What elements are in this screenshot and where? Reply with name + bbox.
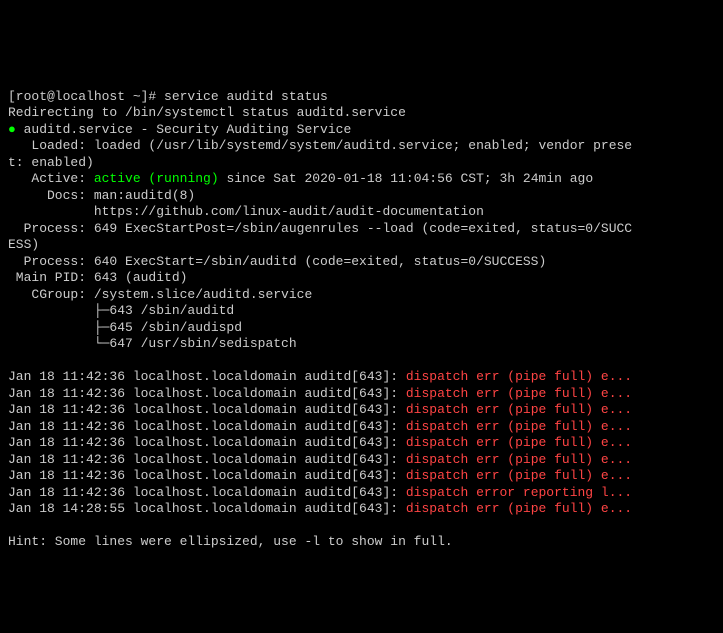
- log-line: Jan 18 11:42:36 localhost.localdomain au…: [8, 468, 632, 483]
- log-prefix: Jan 18 11:42:36 localhost.localdomain au…: [8, 369, 406, 384]
- log-prefix: Jan 18 11:42:36 localhost.localdomain au…: [8, 402, 406, 417]
- docs-line-1: Docs: man:auditd(8): [8, 188, 195, 203]
- service-name: auditd.service - Security Auditing Servi…: [16, 122, 351, 137]
- log-prefix: Jan 18 14:28:55 localhost.localdomain au…: [8, 501, 406, 516]
- log-lines: Jan 18 11:42:36 localhost.localdomain au…: [8, 369, 715, 518]
- process-line-1: Process: 649 ExecStartPost=/sbin/augenru…: [8, 221, 632, 236]
- loaded-line-2: t: enabled): [8, 155, 94, 170]
- log-message: dispatch err (pipe full) e...: [406, 435, 632, 450]
- log-prefix: Jan 18 11:42:36 localhost.localdomain au…: [8, 435, 406, 450]
- status-dot-icon: ●: [8, 122, 16, 137]
- cgroup-entry: ├─645 /sbin/audispd: [8, 320, 242, 335]
- active-since: since Sat 2020-01-18 11:04:56 CST; 3h 24…: [219, 171, 593, 186]
- cgroup-entry: ├─643 /sbin/auditd: [8, 303, 234, 318]
- log-line: Jan 18 11:42:36 localhost.localdomain au…: [8, 485, 632, 500]
- log-line: Jan 18 11:42:36 localhost.localdomain au…: [8, 369, 632, 384]
- log-message: dispatch err (pipe full) e...: [406, 386, 632, 401]
- cgroup-header: CGroup: /system.slice/auditd.service: [8, 287, 312, 302]
- log-message: dispatch err (pipe full) e...: [406, 402, 632, 417]
- active-label: Active:: [8, 171, 94, 186]
- main-pid-line: Main PID: 643 (auditd): [8, 270, 187, 285]
- typed-command: service auditd status: [164, 89, 328, 104]
- prompt-line: [root@localhost ~]# service auditd statu…: [8, 89, 328, 104]
- unit-header: ● auditd.service - Security Auditing Ser…: [8, 122, 351, 137]
- log-message: dispatch err (pipe full) e...: [406, 369, 632, 384]
- process-line-1b: ESS): [8, 237, 39, 252]
- log-line: Jan 18 11:42:36 localhost.localdomain au…: [8, 402, 632, 417]
- log-message: dispatch error reporting l...: [406, 485, 632, 500]
- terminal-output: [root@localhost ~]# service auditd statu…: [8, 72, 715, 551]
- loaded-line-1: Loaded: loaded (/usr/lib/systemd/system/…: [8, 138, 632, 153]
- log-line: Jan 18 11:42:36 localhost.localdomain au…: [8, 419, 632, 434]
- shell-prompt: [root@localhost ~]#: [8, 89, 164, 104]
- log-prefix: Jan 18 11:42:36 localhost.localdomain au…: [8, 452, 406, 467]
- log-message: dispatch err (pipe full) e...: [406, 419, 632, 434]
- cgroup-entry: └─647 /usr/sbin/sedispatch: [8, 336, 297, 351]
- log-line: Jan 18 11:42:36 localhost.localdomain au…: [8, 386, 632, 401]
- docs-line-2: https://github.com/linux-audit/audit-doc…: [8, 204, 484, 219]
- log-line: Jan 18 14:28:55 localhost.localdomain au…: [8, 501, 632, 516]
- log-line: Jan 18 11:42:36 localhost.localdomain au…: [8, 452, 632, 467]
- log-prefix: Jan 18 11:42:36 localhost.localdomain au…: [8, 386, 406, 401]
- hint-line: Hint: Some lines were ellipsized, use -l…: [8, 534, 453, 549]
- active-state: active (running): [94, 171, 219, 186]
- redirect-line: Redirecting to /bin/systemctl status aud…: [8, 105, 406, 120]
- log-prefix: Jan 18 11:42:36 localhost.localdomain au…: [8, 468, 406, 483]
- log-message: dispatch err (pipe full) e...: [406, 468, 632, 483]
- process-line-2: Process: 640 ExecStart=/sbin/auditd (cod…: [8, 254, 546, 269]
- active-line: Active: active (running) since Sat 2020-…: [8, 171, 593, 186]
- log-line: Jan 18 11:42:36 localhost.localdomain au…: [8, 435, 632, 450]
- log-prefix: Jan 18 11:42:36 localhost.localdomain au…: [8, 419, 406, 434]
- log-message: dispatch err (pipe full) e...: [406, 501, 632, 516]
- log-prefix: Jan 18 11:42:36 localhost.localdomain au…: [8, 485, 406, 500]
- log-message: dispatch err (pipe full) e...: [406, 452, 632, 467]
